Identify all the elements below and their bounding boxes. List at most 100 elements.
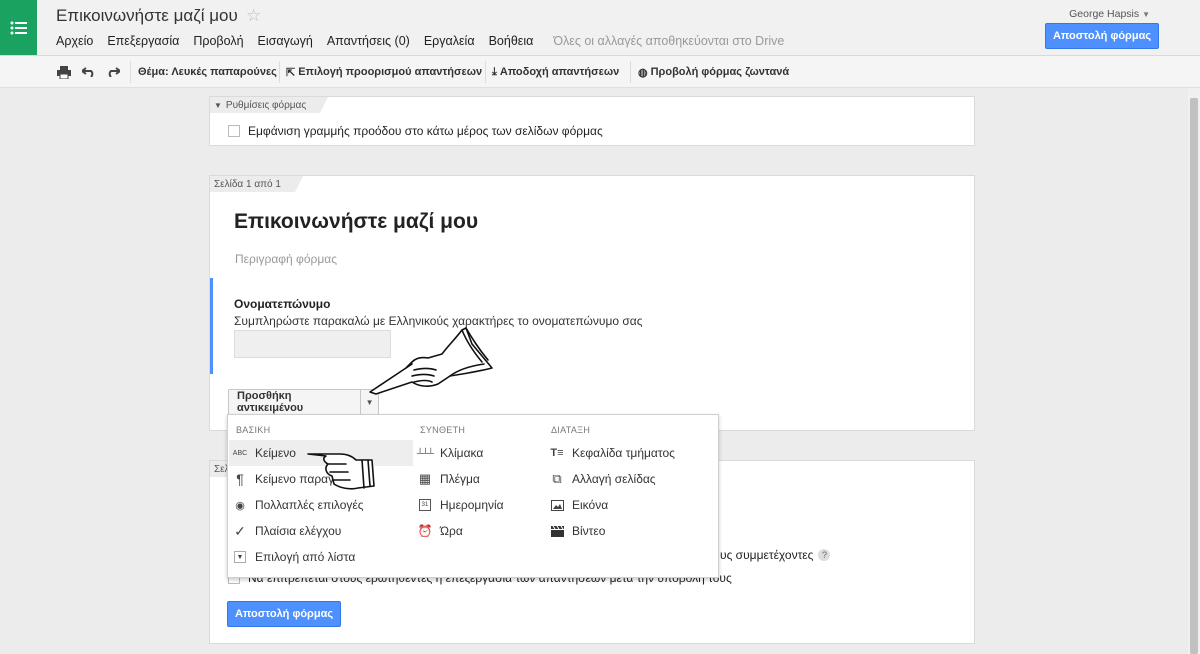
menu-item-page-break[interactable]: ⧉ Αλλαγή σελίδας	[546, 466, 718, 492]
tag-corner	[294, 176, 303, 192]
menu-item-time[interactable]: ⏰ Ώρα	[414, 518, 544, 544]
pointing-hand-icon	[369, 327, 493, 395]
pointing-hand-icon	[307, 453, 375, 490]
help-icon[interactable]: ?	[818, 549, 831, 561]
triangle-down-icon: ▼	[214, 100, 222, 110]
send-form-button-bottom[interactable]: Αποστολή φόρμας	[227, 601, 341, 627]
dropdown-icon: ▼	[229, 551, 251, 563]
response-destination-button[interactable]: ⇱ Επιλογή προορισμού απαντήσεων	[286, 56, 482, 88]
menu-item-checkboxes[interactable]: ✓ Πλαίσια ελέγχου	[229, 518, 413, 544]
user-name: George Hapsis	[1069, 8, 1140, 20]
menu-item-label: Κλίμακα	[440, 446, 484, 460]
menu-view[interactable]: Προβολή	[193, 34, 243, 48]
document-title[interactable]: Επικοινωνήστε μαζί μου	[56, 6, 238, 26]
menu-file[interactable]: Αρχείο	[56, 34, 93, 48]
toolbar-divider	[130, 61, 131, 83]
menu-item-label: Πλέγμα	[440, 472, 480, 486]
menu-item-label: Κεφαλίδα τμήματος	[572, 446, 675, 460]
response-destination-label: Επιλογή προορισμού απαντήσεων	[298, 66, 483, 78]
scale-icon: ┴┴┴	[416, 448, 434, 458]
paragraph-icon: ¶	[236, 471, 244, 487]
menu-item-label: Αλλαγή σελίδας	[572, 472, 656, 486]
menu-heading-layout: ΔΙΑΤΑΞΗ	[551, 425, 591, 435]
menu-heading-basic: ΒΑΣΙΚΗ	[236, 425, 271, 435]
toolbar-divider	[485, 61, 486, 83]
image-icon	[546, 499, 568, 511]
menu-item-multiple-choice[interactable]: ◉ Πολλαπλές επιλογές	[229, 492, 413, 518]
toolbar-divider	[630, 61, 631, 83]
add-item-menu: ΒΑΣΙΚΗ ΣΥΝΘΕΤΗ ΔΙΑΤΑΞΗ ABC Κείμενο ¶ Κεί…	[227, 414, 719, 578]
accepting-responses-label: Αποδοχή απαντήσεων	[499, 66, 620, 78]
print-icon[interactable]	[57, 56, 71, 88]
accepting-responses-button[interactable]: ⤓ Αποδοχή απαντήσεων	[492, 56, 619, 88]
form-title[interactable]: Επικοινωνήστε μαζί μου	[234, 210, 478, 234]
menu-item-label: Ώρα	[440, 524, 463, 538]
menu-item-label: Πλαίσια ελέγχου	[255, 524, 342, 538]
question-title[interactable]: Ονοματεπώνυμο	[234, 297, 330, 311]
abc-text-icon: ABC	[232, 449, 248, 457]
download-icon: ⤓	[492, 65, 497, 78]
chevron-down-icon: ▼	[1142, 10, 1150, 19]
respondents-option: υς συμμετέχοντες ?	[720, 548, 831, 562]
clock-icon: ⏰	[417, 524, 433, 538]
tag-corner	[320, 97, 329, 113]
redo-icon[interactable]	[106, 56, 120, 88]
form-description-field[interactable]: Περιγραφή φόρμας	[235, 252, 337, 266]
section-header-icon: T≡	[550, 447, 564, 459]
video-icon	[546, 525, 568, 537]
checkmark-icon: ✓	[234, 522, 246, 539]
question-selection-bar	[210, 278, 213, 374]
grid-icon: ▦	[418, 471, 432, 486]
menu-item-image[interactable]: Εικόνα	[546, 492, 718, 518]
toolbar-divider	[279, 61, 280, 83]
progress-option: Εμφάνιση γραμμής προόδου στο κάτω μέρος …	[228, 124, 603, 138]
scrollbar-thumb[interactable]	[1190, 98, 1198, 654]
page-tag: Σελίδα 1 από 1	[210, 176, 303, 192]
star-icon[interactable]: ☆	[246, 6, 261, 26]
menu-item-label: Κείμενο	[255, 446, 296, 460]
menu-item-choose-from-list[interactable]: ▼ Επιλογή από λίστα	[229, 544, 413, 570]
page-break-icon: ⧉	[552, 471, 562, 486]
add-item-label: Προσθήκη αντικειμένου	[237, 390, 304, 414]
menu-help[interactable]: Βοήθεια	[489, 34, 534, 48]
add-item-button[interactable]: Προσθήκη αντικειμένου ▼	[228, 389, 379, 415]
menu-insert[interactable]: Εισαγωγή	[258, 34, 313, 48]
menu-heading-advanced: ΣΥΝΘΕΤΗ	[420, 425, 466, 435]
menu-item-grid[interactable]: ▦ Πλέγμα	[414, 466, 544, 492]
menu-item-label: Εικόνα	[572, 498, 609, 512]
radio-icon: ◉	[235, 499, 245, 512]
menu-item-date[interactable]: 31 Ημερομηνία	[414, 492, 544, 518]
menu-responses[interactable]: Απαντήσεις (0)	[327, 34, 410, 48]
page-tag-label: Σελίδα 1 από 1	[214, 178, 281, 190]
menu-item-label: Βίντεο	[572, 524, 606, 538]
menu-item-video[interactable]: Βίντεο	[546, 518, 718, 544]
undo-icon[interactable]	[82, 56, 96, 88]
scrollbar[interactable]	[1188, 88, 1200, 654]
form-settings-toggle[interactable]: ▼ Ρυθμίσεις φόρμας	[210, 97, 329, 113]
menu-item-section-header[interactable]: T≡ Κεφαλίδα τμήματος	[546, 440, 718, 466]
view-live-form-label: Προβολή φόρμας ζωντανά	[650, 66, 790, 78]
progress-bar-label: Εμφάνιση γραμμής προόδου στο κάτω μέρος …	[248, 124, 603, 138]
view-live-form-button[interactable]: ◍ Προβολή φόρμας ζωντανά	[638, 56, 789, 88]
form-settings-card: ▼ Ρυθμίσεις φόρμας Εμφάνιση γραμμής προό…	[209, 96, 975, 146]
menu-item-label: Πολλαπλές επιλογές	[255, 498, 364, 512]
menu-tools[interactable]: Εργαλεία	[424, 34, 475, 48]
send-form-button[interactable]: Αποστολή φόρμας	[1045, 23, 1159, 49]
progress-bar-checkbox[interactable]	[228, 125, 240, 137]
menu-item-label: Ημερομηνία	[440, 498, 504, 512]
respondents-label: υς συμμετέχοντες	[720, 548, 814, 562]
toolbar: Θέμα: Λευκές παπαρούνες ⇱ Επιλογή προορι…	[0, 56, 1200, 88]
save-status: Όλες οι αλλαγές αποθηκεύονται στο Drive	[553, 34, 785, 48]
app-header: Επικοινωνήστε μαζί μου ☆ Αρχείο Επεξεργα…	[0, 0, 1200, 56]
globe-icon: ◍	[638, 66, 648, 79]
menu-bar: Αρχείο Επεξεργασία Προβολή Εισαγωγή Απαν…	[56, 34, 798, 48]
user-account[interactable]: George Hapsis ▼	[1069, 8, 1150, 20]
forms-home-icon[interactable]	[0, 0, 37, 55]
menu-item-scale[interactable]: ┴┴┴ Κλίμακα	[414, 440, 544, 466]
form-page-card: Σελίδα 1 από 1 Επικοινωνήστε μαζί μου Πε…	[209, 175, 975, 431]
calendar-icon: 31	[414, 499, 436, 511]
menu-edit[interactable]: Επεξεργασία	[107, 34, 179, 48]
menu-item-label: Επιλογή από λίστα	[255, 550, 356, 564]
theme-button[interactable]: Θέμα: Λευκές παπαρούνες	[138, 56, 277, 88]
form-settings-label: Ρυθμίσεις φόρμας	[225, 99, 307, 111]
